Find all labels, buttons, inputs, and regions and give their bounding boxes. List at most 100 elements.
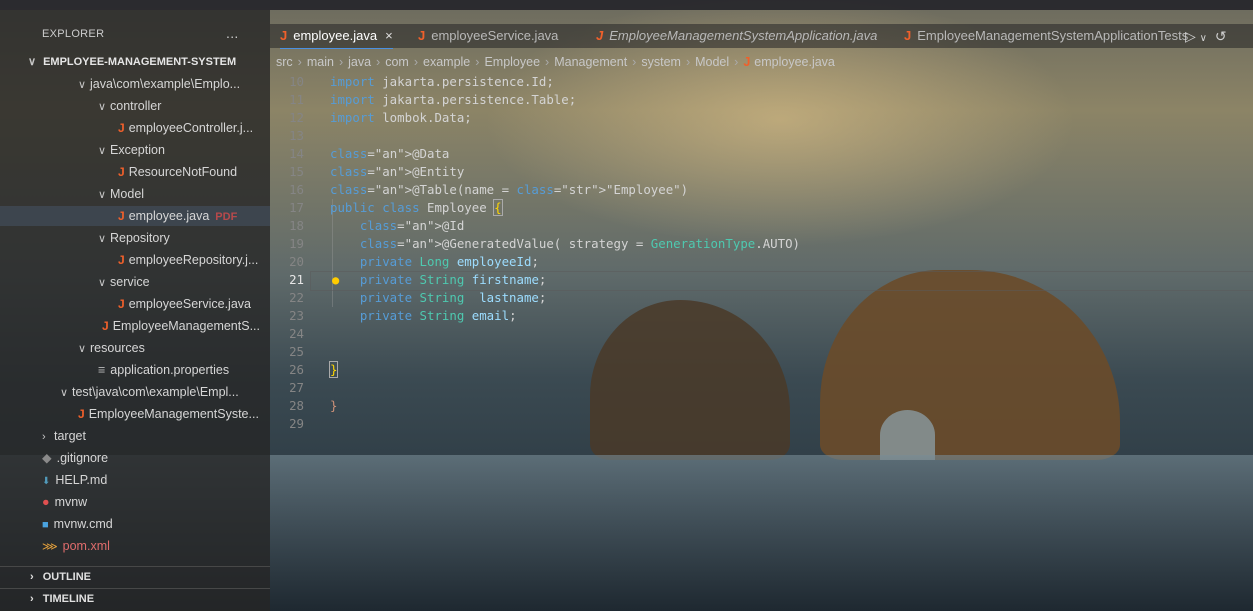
timeline-section[interactable]: › TIMELINE	[0, 588, 270, 609]
breadcrumb-item[interactable]: system	[641, 55, 681, 69]
tree-item[interactable]: ∨ Model	[98, 184, 144, 204]
tab-employee-java[interactable]: Jemployee.java ×	[280, 24, 393, 49]
tree-item[interactable]: ∨ controller	[98, 96, 161, 116]
chevron-down-icon: ∨	[78, 343, 87, 355]
code-text: }	[330, 398, 338, 413]
java-file-icon: J	[118, 253, 125, 267]
java-file-icon: J	[102, 319, 109, 333]
line-number: 17	[289, 200, 304, 215]
breadcrumb-separator-icon: ›	[475, 55, 480, 69]
tab-label: EmployeeManagementSystemApplicationTests	[917, 28, 1189, 43]
breadcrumb-item[interactable]: main	[307, 55, 334, 69]
tree-item[interactable]: JemployeeService.java	[118, 294, 251, 314]
java-file-icon: J	[118, 165, 125, 179]
breadcrumb-item[interactable]: employee.java	[754, 55, 835, 69]
java-file-icon: J	[418, 28, 426, 43]
chevron-down-icon: ∨	[98, 189, 107, 201]
breadcrumb-item[interactable]: Management	[554, 55, 627, 69]
breadcrumb-separator-icon: ›	[413, 55, 419, 69]
outline-section[interactable]: › OUTLINE	[0, 566, 270, 587]
tree-item[interactable]: JemployeeRepository.j...	[118, 250, 258, 270]
chevron-down-icon: ∨	[98, 101, 107, 113]
project-root[interactable]: ∨ EMPLOYEE-MANAGEMENT-SYSTEM	[28, 52, 236, 72]
tree-item[interactable]: ∨ java\com\example\Emplo...	[78, 74, 240, 94]
tree-item[interactable]: ⬇ HELP.md	[42, 470, 107, 490]
tree-item-label: mvnw.cmd	[53, 517, 113, 531]
tab-application-tests[interactable]: J EmployeeManagementSystemApplicationTest…	[904, 24, 1188, 48]
editor-actions: ▷ ∨ ↺	[1185, 24, 1227, 48]
more-actions-button[interactable]: ...	[226, 25, 239, 41]
tree-item[interactable]: Jemployee.java PDF	[0, 206, 270, 226]
java-file-icon: J	[596, 28, 604, 43]
run-icon[interactable]: ▷	[1185, 28, 1196, 44]
tree-item[interactable]: J EmployeeManagementS...	[102, 316, 260, 336]
tree-item[interactable]: J ResourceNotFound	[118, 162, 237, 182]
tree-item-label: EmployeeManagementSyste...	[88, 407, 259, 421]
breadcrumb-separator-icon: ›	[297, 55, 302, 69]
tree-item[interactable]: J EmployeeManagementSyste...	[78, 404, 259, 424]
explorer-sidebar: EXPLORER ... ∨ EMPLOYEE-MANAGEMENT-SYSTE…	[0, 10, 270, 611]
code-text: private Long employeeId;	[359, 254, 539, 269]
tree-item-label: .gitignore	[56, 451, 109, 465]
tree-item[interactable]: ∨ Repository	[98, 228, 170, 248]
tree-item[interactable]: › target	[42, 426, 86, 446]
tree-item-label: java\com\example\Emplo...	[90, 77, 241, 91]
code-text: class="an">@GeneratedValue( strategy = G…	[359, 236, 800, 251]
breadcrumb-separator-icon: ›	[632, 55, 637, 69]
line-number: 26	[289, 362, 304, 377]
tree-item[interactable]: ∨ service	[98, 272, 150, 292]
close-icon[interactable]: ×	[385, 28, 393, 43]
menu-bar	[0, 0, 1253, 10]
line-number: 25	[289, 344, 304, 359]
properties-file-icon: ≡	[98, 363, 106, 377]
tree-item[interactable]: ≡ application.properties	[98, 360, 229, 380]
explorer-title: EXPLORER	[42, 28, 105, 40]
tree-item[interactable]: ∨ resources	[78, 338, 145, 358]
tree-item[interactable]: ● mvnw	[42, 492, 87, 512]
breadcrumb-item[interactable]: example	[423, 55, 470, 69]
code-text: class="an">@Entity	[330, 164, 465, 179]
tree-item[interactable]: ◆ .gitignore	[42, 448, 108, 468]
line-number: 28	[289, 398, 304, 413]
chevron-down-icon[interactable]: ∨	[1200, 33, 1207, 44]
tree-item-label: resources	[90, 341, 145, 355]
tab-application[interactable]: J EmployeeManagementSystemApplication.jav…	[596, 24, 877, 48]
tree-item-label: mvnw	[54, 495, 88, 509]
tree-item-label: employeeService.java	[128, 297, 251, 311]
java-file-icon: J	[118, 209, 125, 223]
history-icon[interactable]: ↺	[1215, 28, 1227, 44]
breadcrumb: src › main › java › com › example › Employee › Manag…	[276, 52, 835, 72]
breadcrumb-item[interactable]: src	[276, 55, 293, 69]
tree-item-label: employeeRepository.j...	[128, 253, 259, 267]
code-text: private String firstname;	[359, 272, 547, 287]
line-number: 11	[289, 92, 304, 107]
breadcrumb-item[interactable]: Employee	[484, 55, 540, 69]
chevron-right-icon: ›	[42, 431, 46, 443]
line-number: 21	[289, 272, 304, 287]
code-text: private String email;	[359, 308, 517, 323]
java-file-icon: J	[743, 55, 751, 69]
line-number: 22	[289, 290, 304, 305]
tree-item[interactable]: ∨ Exception	[98, 140, 165, 160]
tree-item[interactable]: ⋙ pom.xml	[42, 536, 110, 556]
breadcrumb-item[interactable]: java	[348, 55, 371, 69]
chevron-right-icon: ›	[30, 571, 34, 583]
tab-employee-service[interactable]: JemployeeService.java	[418, 24, 558, 48]
breadcrumb-item[interactable]: com	[385, 55, 409, 69]
line-number: 10	[289, 74, 304, 89]
windows-cmd-icon: ■	[42, 519, 49, 531]
code-editor[interactable]: 10 import jakarta.persistence.Id; 11 import…	[270, 73, 1253, 433]
tree-item[interactable]: ■ mvnw.cmd	[42, 514, 113, 534]
explorer-header: EXPLORER ...	[0, 25, 270, 47]
tree-item[interactable]: JemployeeController.j...	[118, 118, 253, 138]
line-number: 16	[289, 182, 304, 197]
code-text: import jakarta.persistence.Id;	[330, 74, 554, 89]
breadcrumb-item[interactable]: Model	[695, 55, 729, 69]
tree-item-label: employeeController.j...	[128, 121, 254, 135]
project-root-label: EMPLOYEE-MANAGEMENT-SYSTEM	[43, 56, 237, 68]
tab-label: employee.java	[293, 28, 378, 43]
tree-item[interactable]: ∨ test\java\com\example\Empl...	[60, 382, 239, 402]
chevron-down-icon: ∨	[98, 233, 107, 245]
line-number: 12	[289, 110, 304, 125]
chevron-down-icon: ∨	[78, 79, 87, 91]
